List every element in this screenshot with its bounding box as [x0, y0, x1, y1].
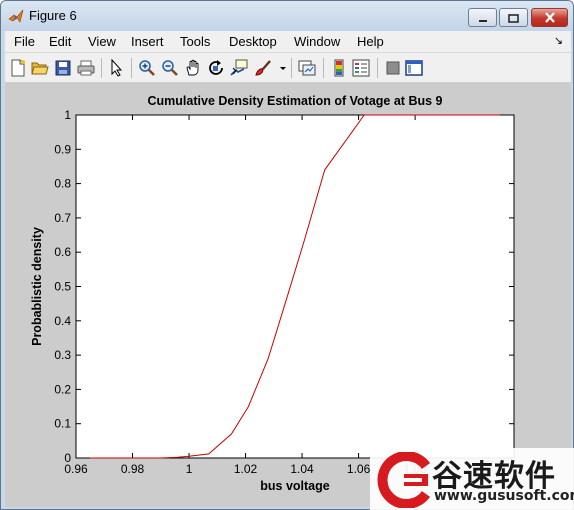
window-title: Figure 6: [29, 8, 77, 23]
dock-figure-icon[interactable]: ↘: [554, 34, 563, 47]
x-tick-label: 1.02: [234, 462, 258, 476]
y-tick-label: 0.5: [54, 280, 71, 294]
toolbar-separator: [101, 58, 102, 78]
y-tick-label: 0.9: [54, 142, 71, 156]
x-tick-label: 1.04: [290, 462, 314, 476]
gusu-logo-icon: [376, 451, 432, 510]
zoom-out-icon[interactable]: [160, 58, 180, 78]
title-bar[interactable]: Figure 6: [1, 1, 573, 31]
menu-file[interactable]: File: [14, 34, 35, 49]
y-tick-label: 0.3: [54, 348, 71, 362]
toolbar-separator: [377, 58, 378, 78]
menu-help[interactable]: Help: [357, 34, 384, 49]
figure-window: Figure 6 File Edit View Insert Tools Des…: [0, 0, 574, 510]
y-tick-label: 0.1: [54, 417, 71, 431]
data-cursor-icon[interactable]: [229, 58, 249, 78]
open-file-icon[interactable]: [30, 58, 50, 78]
menu-bar: File Edit View Insert Tools Desktop Wind…: [5, 31, 571, 52]
x-tick-label: 1.06: [347, 462, 371, 476]
minimize-button[interactable]: [468, 8, 497, 27]
brush-dropdown-icon[interactable]: [273, 58, 293, 78]
menu-view[interactable]: View: [88, 34, 116, 49]
x-axis-label: bus voltage: [260, 479, 330, 493]
y-axis-label: Probablistic density: [30, 227, 44, 346]
x-tick-label: 1: [186, 462, 193, 476]
menu-tools[interactable]: Tools: [180, 34, 210, 49]
y-tick-label: 1: [64, 108, 71, 122]
plot-svg: Cumulative Density Estimation of Votage …: [30, 94, 515, 493]
maximize-icon: [508, 8, 519, 27]
axes-box[interactable]: [75, 114, 515, 459]
menu-edit[interactable]: Edit: [49, 34, 71, 49]
legend-icon[interactable]: [351, 58, 371, 78]
y-tick-label: 0.4: [54, 314, 71, 328]
y-tick-label: 0.2: [54, 382, 71, 396]
figure-toolbar: [5, 52, 571, 83]
hide-plot-tools-icon[interactable]: [383, 58, 403, 78]
y-tick-label: 0: [64, 451, 71, 465]
print-icon[interactable]: [76, 58, 96, 78]
minimize-icon: [478, 8, 488, 27]
y-tick-label: 0.7: [54, 211, 71, 225]
y-tick-label: 0.8: [54, 177, 71, 191]
edit-plot-arrow-icon[interactable]: [107, 58, 127, 78]
watermark-url: www.gususoft.com: [434, 488, 574, 504]
rotate-3d-icon[interactable]: [206, 58, 226, 78]
maximize-button[interactable]: [499, 8, 528, 27]
brush-icon[interactable]: [253, 58, 273, 78]
close-icon: [544, 8, 556, 27]
link-plot-icon[interactable]: [297, 58, 317, 78]
new-figure-icon[interactable]: [8, 58, 28, 78]
y-tick-label: 0.6: [54, 245, 71, 259]
colorbar-icon[interactable]: [329, 58, 349, 78]
menu-window[interactable]: Window: [294, 34, 340, 49]
figure-canvas: Cumulative Density Estimation of Votage …: [5, 83, 571, 507]
toolbar-separator: [131, 58, 132, 78]
matlab-logo-icon: [8, 8, 24, 24]
toolbar-separator: [291, 58, 292, 78]
save-icon[interactable]: [53, 58, 73, 78]
zoom-in-icon[interactable]: [137, 58, 157, 78]
x-tick-label: 0.98: [121, 462, 145, 476]
toolbar-separator: [323, 58, 324, 78]
close-button[interactable]: [531, 8, 568, 27]
watermark: 谷速软件 www.gususoft.com: [370, 448, 574, 510]
show-plot-tools-icon[interactable]: [404, 58, 424, 78]
chart-title: Cumulative Density Estimation of Votage …: [148, 94, 443, 108]
menu-insert[interactable]: Insert: [131, 34, 164, 49]
pan-hand-icon[interactable]: [183, 58, 203, 78]
menu-desktop[interactable]: Desktop: [229, 34, 277, 49]
